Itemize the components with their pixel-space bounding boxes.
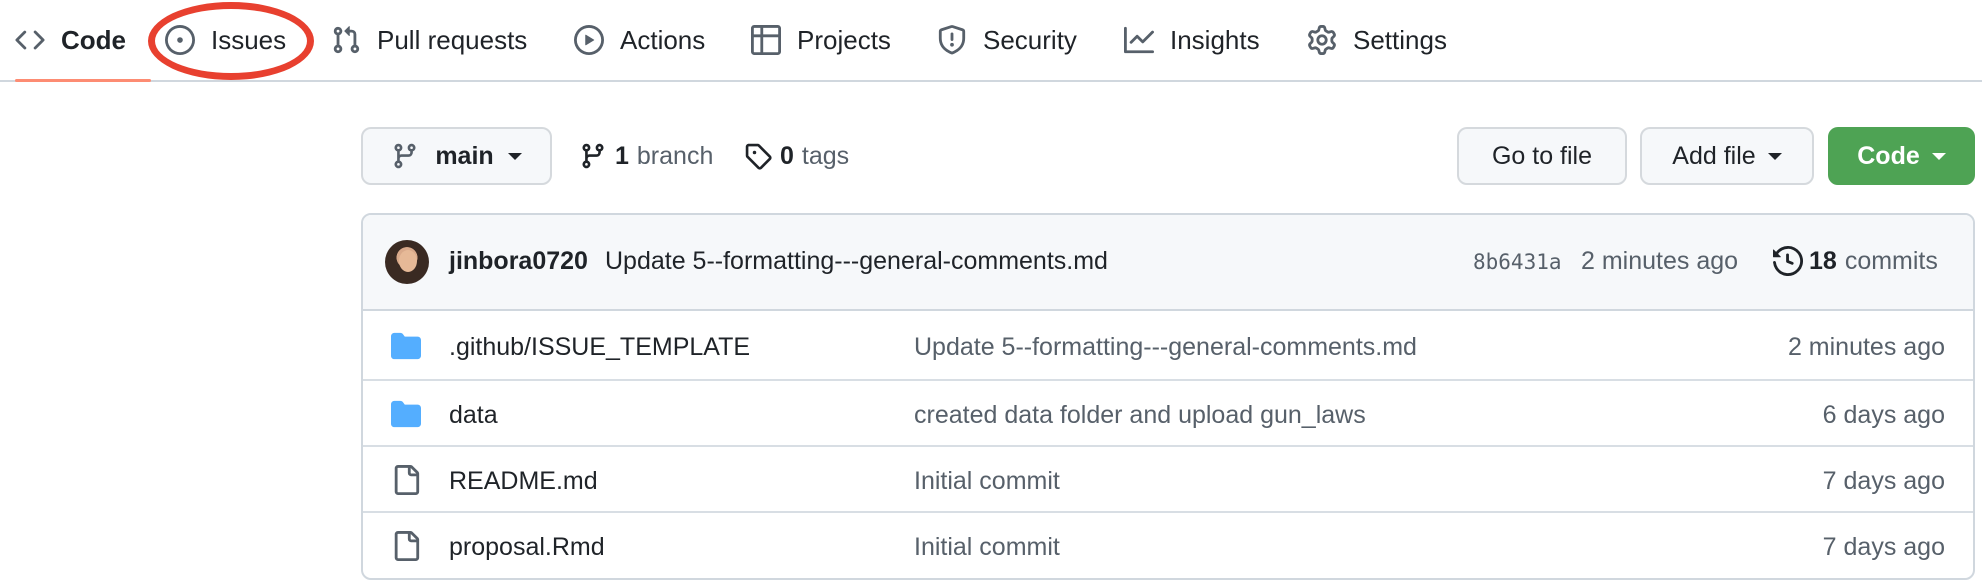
branches-label: branch xyxy=(636,141,714,170)
file-age: 7 days ago xyxy=(1822,533,1945,561)
file-commit-link[interactable]: created data folder and upload gun_laws xyxy=(914,401,1366,430)
folder-icon xyxy=(391,399,421,429)
branches-link[interactable]: 1 branch xyxy=(579,127,713,185)
commits-label: commits xyxy=(1844,246,1938,275)
branch-select-button[interactable]: main xyxy=(361,127,552,185)
file-row[interactable]: proposal.Rmd Initial commit 7 days ago xyxy=(363,511,1973,577)
file-age: 6 days ago xyxy=(1822,401,1945,429)
tab-actions[interactable]: Actions xyxy=(574,0,705,80)
git-branch-icon xyxy=(579,142,607,170)
branch-name: main xyxy=(435,141,494,170)
go-to-file-label: Go to file xyxy=(1491,141,1593,170)
file-icon xyxy=(391,465,421,495)
file-name-link[interactable]: README.md xyxy=(449,467,598,496)
tab-label: Security xyxy=(983,24,1077,55)
code-button-label: Code xyxy=(1857,141,1920,170)
table-icon xyxy=(751,25,781,55)
file-name-link[interactable]: .github/ISSUE_TEMPLATE xyxy=(449,333,750,362)
tab-label: Projects xyxy=(797,24,891,55)
add-file-button[interactable]: Add file xyxy=(1640,127,1814,185)
git-pull-request-icon xyxy=(331,25,361,55)
tab-label: Actions xyxy=(620,24,706,55)
add-file-label: Add file xyxy=(1672,141,1756,170)
tags-label: tags xyxy=(801,141,850,170)
active-tab-underline xyxy=(15,79,151,82)
shield-icon xyxy=(937,25,967,55)
commit-sha-link[interactable]: 8b6431a xyxy=(1473,250,1562,274)
commits-count: 18 xyxy=(1809,246,1837,275)
commits-history-link[interactable]: 18 commits xyxy=(1773,241,1938,281)
commit-author-link[interactable]: jinbora0720 xyxy=(449,247,588,276)
tab-projects[interactable]: Projects xyxy=(751,0,891,80)
file-commit-link[interactable]: Initial commit xyxy=(914,533,1060,562)
tab-label: Code xyxy=(61,24,126,55)
file-listing: jinbora0720 Update 5--formatting---gener… xyxy=(361,213,1975,580)
file-name-link[interactable]: data xyxy=(449,401,498,430)
tab-label: Insights xyxy=(1170,24,1260,55)
tab-label: Issues xyxy=(211,24,287,55)
play-icon xyxy=(574,25,604,55)
file-row[interactable]: README.md Initial commit 7 days ago xyxy=(363,445,1973,511)
tab-security[interactable]: Security xyxy=(937,0,1077,80)
tab-code[interactable]: Code xyxy=(15,0,151,82)
chevron-down-icon xyxy=(1767,152,1782,160)
tab-issues[interactable]: Issues xyxy=(165,0,286,80)
tab-label: Pull requests xyxy=(377,24,528,55)
file-row[interactable]: data created data folder and upload gun_… xyxy=(363,379,1973,445)
tab-settings[interactable]: Settings xyxy=(1307,0,1447,80)
latest-commit-bar: jinbora0720 Update 5--formatting---gener… xyxy=(363,215,1973,311)
file-icon xyxy=(391,531,421,561)
commit-time: 2 minutes ago xyxy=(1581,247,1739,275)
history-icon xyxy=(1773,246,1803,276)
tab-label: Settings xyxy=(1353,24,1447,55)
graph-icon xyxy=(1124,25,1154,55)
go-to-file-button[interactable]: Go to file xyxy=(1457,127,1627,185)
file-commit-link[interactable]: Initial commit xyxy=(914,467,1060,496)
chevron-down-icon xyxy=(507,152,522,160)
file-name-link[interactable]: proposal.Rmd xyxy=(449,533,605,562)
tab-insights[interactable]: Insights xyxy=(1124,0,1260,80)
chevron-down-icon xyxy=(1931,152,1946,160)
tags-count: 0 xyxy=(780,141,794,170)
tag-icon xyxy=(744,142,772,170)
tab-pull-requests[interactable]: Pull requests xyxy=(331,0,527,80)
commit-message-link[interactable]: Update 5--formatting---general-comments.… xyxy=(605,247,1108,276)
file-commit-link[interactable]: Update 5--formatting---general-comments.… xyxy=(914,333,1417,362)
folder-icon xyxy=(391,331,421,361)
gear-icon xyxy=(1307,25,1337,55)
branches-count: 1 xyxy=(615,141,629,170)
avatar[interactable] xyxy=(385,240,429,284)
tags-link[interactable]: 0 tags xyxy=(744,127,849,185)
file-row[interactable]: .github/ISSUE_TEMPLATE Update 5--formatt… xyxy=(363,313,1973,379)
git-branch-icon xyxy=(391,142,419,170)
file-age: 2 minutes ago xyxy=(1787,333,1945,361)
issue-opened-icon xyxy=(165,25,195,55)
repo-nav: Code Issues Pull requests Actions Projec… xyxy=(0,0,1982,82)
code-button[interactable]: Code xyxy=(1828,127,1975,185)
file-age: 7 days ago xyxy=(1822,467,1945,495)
code-icon xyxy=(15,25,45,55)
